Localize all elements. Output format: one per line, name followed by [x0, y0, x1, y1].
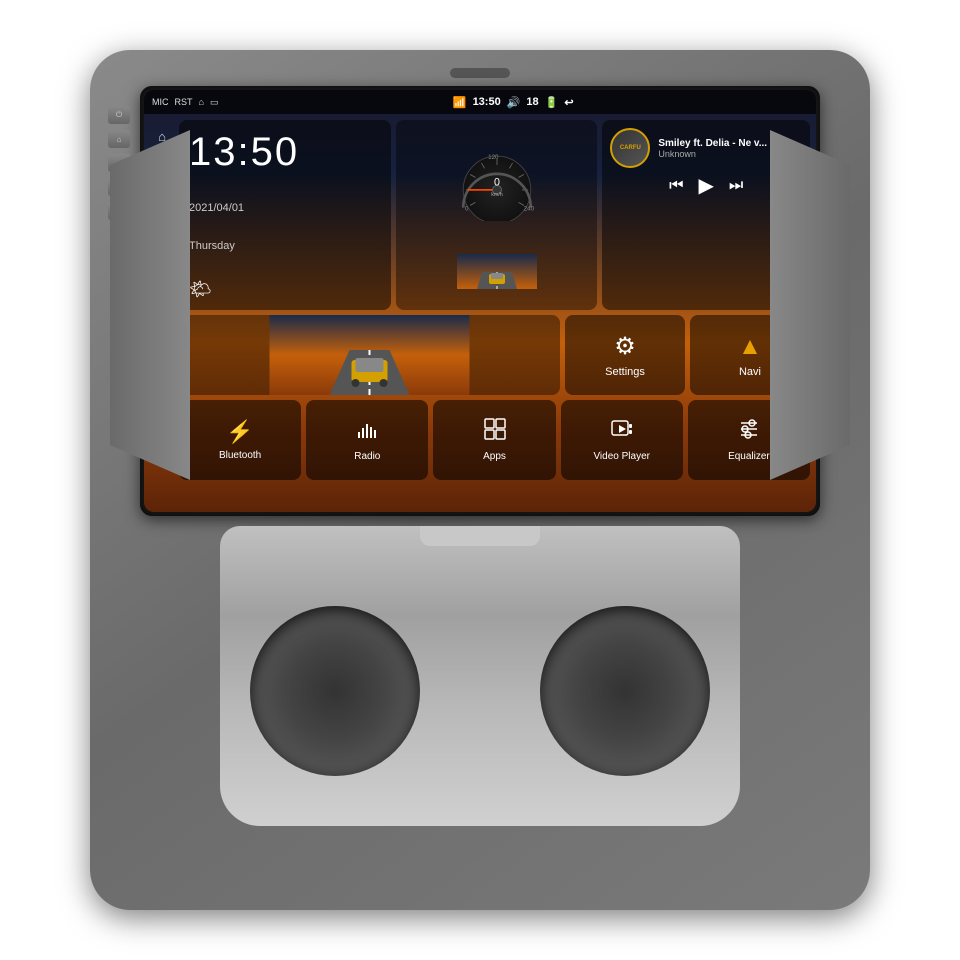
- settings-label: Settings: [605, 366, 645, 378]
- video-player-button[interactable]: Video Player: [561, 400, 683, 480]
- next-button[interactable]: ⏭: [729, 177, 743, 195]
- battery-icon: 🔋: [545, 96, 559, 109]
- bottom-row: ⚡ Bluetooth: [179, 400, 810, 480]
- battery-level: 18: [526, 96, 538, 108]
- music-logo: CARFU: [610, 128, 650, 168]
- road-spacer: [179, 315, 560, 395]
- side-flap-right: [770, 130, 850, 480]
- play-button[interactable]: ▶: [698, 173, 713, 198]
- svg-text:km/h: km/h: [491, 192, 503, 198]
- navi-label: Navi: [739, 366, 761, 378]
- clock-display: 13:50: [189, 130, 381, 175]
- speedometer-svg: 0 120 240 0 km/h: [442, 141, 552, 221]
- settings-widget[interactable]: ⚙ Settings: [565, 315, 685, 395]
- main-content-area: ⌂ ↩ + − 13:50 2021/04/01 Thursday: [144, 114, 816, 512]
- vent-hole-left: [250, 606, 420, 776]
- rst-label: RST: [175, 97, 193, 107]
- video-icon: [611, 418, 633, 446]
- navi-icon: ▲: [738, 333, 762, 361]
- radio-label: Radio: [354, 451, 380, 462]
- logo-text: CARFU: [620, 145, 641, 151]
- bluetooth-icon: ⚡: [226, 419, 253, 445]
- bluetooth-button[interactable]: ⚡ Bluetooth: [179, 400, 301, 480]
- weather-widget: 🌤: [189, 279, 381, 300]
- apps-icon: [484, 418, 506, 446]
- radio-button[interactable]: Radio: [306, 400, 428, 480]
- main-screen: MIC RST ⌂ ▭ 📶 13:50 🔊 18 🔋 ↩: [144, 90, 816, 512]
- side-flap-left: [110, 130, 190, 480]
- home-button[interactable]: ⌂: [108, 130, 130, 148]
- svg-text:240: 240: [523, 206, 534, 213]
- camera-notch: [450, 68, 510, 78]
- status-time-area: 📶 13:50 🔊 18 🔋 ↩: [453, 96, 574, 109]
- home-icon[interactable]: ⌂: [199, 97, 204, 107]
- mic-label: MIC: [152, 97, 169, 107]
- vent-hole-right: [540, 606, 710, 776]
- svg-text:0: 0: [494, 177, 500, 189]
- volume-icon: 🔊: [507, 96, 521, 109]
- silver-panel: [220, 526, 740, 826]
- video-player-label: Video Player: [593, 451, 650, 462]
- status-bar: MIC RST ⌂ ▭ 📶 13:50 🔊 18 🔋 ↩: [144, 90, 816, 114]
- svg-text:0: 0: [465, 206, 469, 213]
- road-view-svg: [457, 254, 537, 289]
- window-icon[interactable]: ▭: [210, 97, 219, 108]
- lower-frame: [140, 526, 820, 826]
- top-row: 13:50 2021/04/01 Thursday 🌤: [179, 120, 810, 310]
- apps-button[interactable]: Apps: [433, 400, 555, 480]
- screen-bezel: ⏻ ⌂ ↩ + - MIC RST ⌂ ▭ 📶 13:50 🔊 18: [140, 86, 820, 516]
- equalizer-icon: [738, 418, 760, 446]
- speedometer-widget: 0 120 240 0 km/h: [396, 120, 598, 310]
- clock-day: Thursday: [189, 240, 381, 252]
- status-left: MIC RST ⌂ ▭: [152, 97, 218, 108]
- clock-widget: 13:50 2021/04/01 Thursday 🌤: [179, 120, 391, 310]
- clock-date: 2021/04/01: [189, 202, 381, 214]
- power-button[interactable]: ⏻: [108, 106, 130, 124]
- center-ridge: [420, 526, 540, 546]
- weather-icon: 🌤: [189, 279, 212, 300]
- radio-icon: [356, 418, 378, 446]
- car-frame: ⏻ ⌂ ↩ + - MIC RST ⌂ ▭ 📶 13:50 🔊 18: [90, 50, 870, 910]
- status-time: 13:50: [473, 96, 501, 108]
- equalizer-label: Equalizer: [728, 451, 770, 462]
- svg-text:120: 120: [488, 154, 499, 161]
- settings-icon: ⚙: [614, 332, 636, 361]
- back-nav-icon[interactable]: ↩: [564, 96, 573, 109]
- content-grid: 13:50 2021/04/01 Thursday 🌤: [179, 120, 810, 506]
- bluetooth-label: Bluetooth: [219, 450, 261, 461]
- apps-label: Apps: [483, 451, 506, 462]
- prev-button[interactable]: ⏮: [669, 177, 683, 195]
- middle-row: ⚙ Settings ▲ Navi: [179, 315, 810, 395]
- wifi-icon: 📶: [453, 96, 467, 109]
